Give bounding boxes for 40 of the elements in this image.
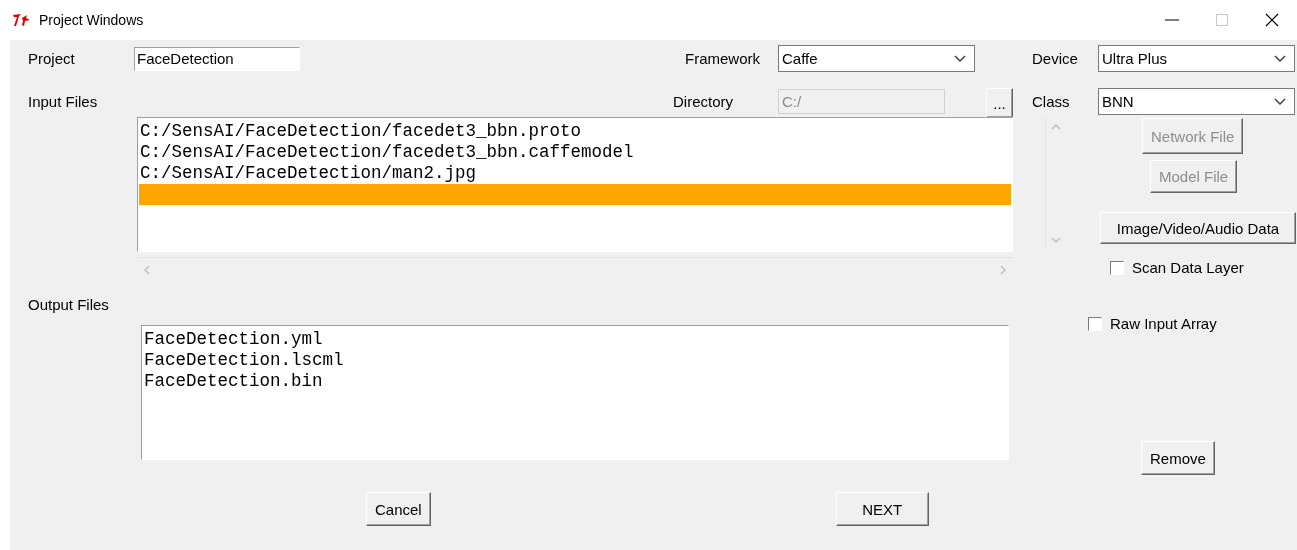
dropdown[interactable]: BNN xyxy=(1098,88,1295,115)
dropdown[interactable]: Caffe xyxy=(778,45,975,72)
section-label: Output Files xyxy=(28,296,110,315)
remove-button[interactable]: Remove xyxy=(1141,441,1215,475)
checkbox-label[interactable]: Raw Input Array xyxy=(1110,315,1217,332)
field-label: Class xyxy=(1032,93,1071,110)
field-label: Directory xyxy=(673,93,733,110)
list-item[interactable]: FaceDetection.bin xyxy=(143,371,1007,392)
checkbox[interactable] xyxy=(1110,260,1124,275)
output-file-list[interactable]: FaceDetection.yml FaceDetection.lscml FaceDetection.bin xyxy=(141,325,1009,460)
next-button[interactable]: NEXT xyxy=(835,492,929,526)
chevron-down-icon xyxy=(954,54,966,63)
scroll-right-icon[interactable] xyxy=(1000,264,1007,275)
list-item[interactable]: C:/SensAI/FaceDetection/facedet3_bbn.caffemodel xyxy=(139,142,1011,163)
window-title: Project Windows xyxy=(39,12,144,28)
chevron-down-icon xyxy=(1274,97,1286,106)
list-item[interactable]: C:/SensAI/FaceDetection/man2.jpg xyxy=(139,163,1011,184)
field-label: Device xyxy=(1032,50,1079,67)
scroll-down-icon[interactable] xyxy=(1050,237,1061,244)
selected-row[interactable] xyxy=(139,184,1011,205)
data-button[interactable]: Image/Video/Audio Data xyxy=(1100,212,1296,244)
list-item[interactable]: FaceDetection.lscml xyxy=(143,350,1007,371)
feather-icon xyxy=(12,12,32,28)
list-item[interactable]: FaceDetection.yml xyxy=(143,329,1007,350)
cancel-button[interactable]: Cancel xyxy=(366,492,431,526)
chevron-down-icon xyxy=(1274,54,1286,63)
checkbox[interactable] xyxy=(1088,316,1102,331)
scroll-left-icon[interactable] xyxy=(143,264,150,275)
scroll-up-icon[interactable] xyxy=(1050,123,1061,130)
input-file-list[interactable]: C:/SensAI/FaceDetection/facedet3_bbn.proto C:/SensAI/FaceDetection/facedet3_bbn.caffemodel C:/SensAI/FaceDetection/man2.jpg xyxy=(137,117,1013,252)
minimize-icon[interactable] xyxy=(1165,19,1179,21)
checkbox-label[interactable]: Scan Data Layer xyxy=(1132,259,1244,276)
field-label: Framework xyxy=(685,50,760,67)
list-item[interactable]: C:/SensAI/FaceDetection/facedet3_bbn.proto xyxy=(139,121,1011,142)
close-icon[interactable] xyxy=(1265,13,1279,27)
dropdown[interactable]: Ultra Plus xyxy=(1098,45,1295,72)
section-label: Input Files xyxy=(28,93,99,110)
field-label: Project xyxy=(28,50,76,67)
maximize-icon[interactable] xyxy=(1216,14,1228,26)
input-field[interactable]: FaceDetection xyxy=(134,46,300,71)
